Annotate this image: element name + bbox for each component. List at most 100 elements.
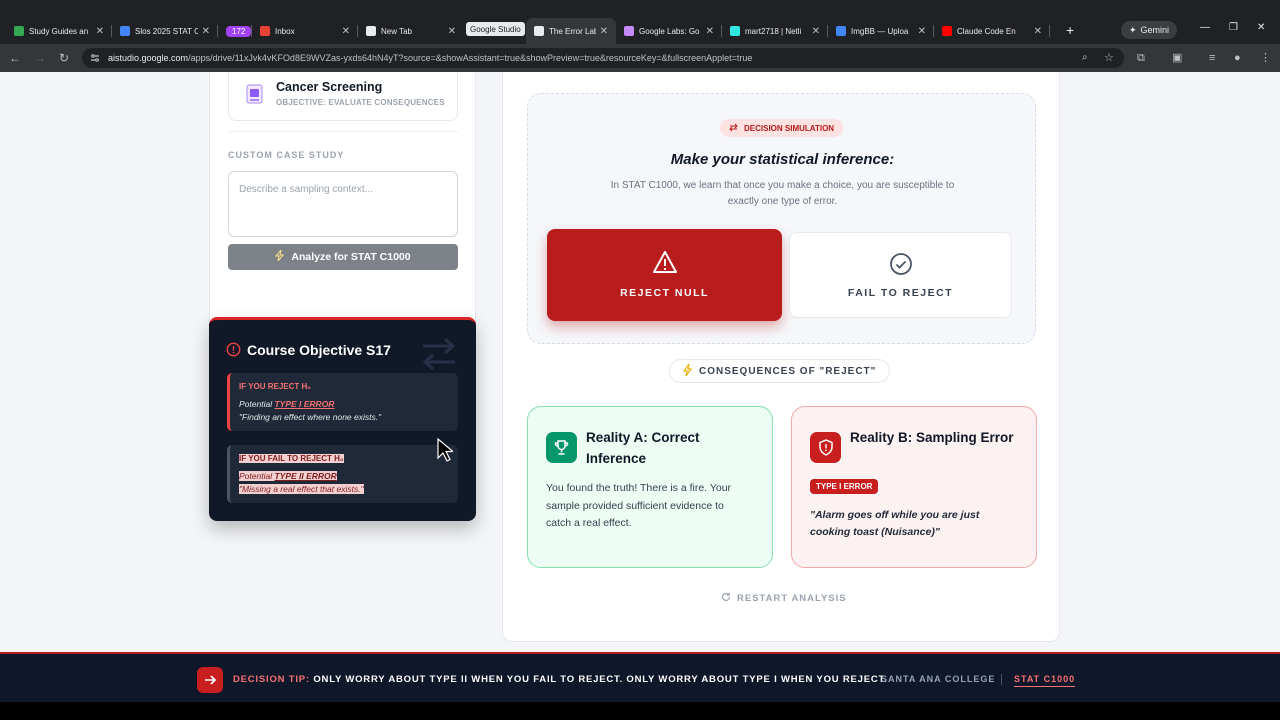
- gemini-label: Gemini: [1140, 25, 1170, 35]
- decision-simulation-box: DECISION SIMULATION Make your statistica…: [527, 93, 1036, 344]
- url-path: /apps/drive/11xJvk4vKFOd8E9WVZas-yxds64h…: [188, 53, 753, 63]
- browser-tab-strip: Study Guides an ✕ Slos 2025 STAT C ✕ 172 Inbo…: [0, 0, 1280, 44]
- close-tab-icon[interactable]: ✕: [342, 26, 350, 37]
- tab-title: ImgBB — Uploa: [851, 26, 909, 36]
- case-title: Cancer Screening: [276, 80, 383, 94]
- new-tab-button[interactable]: +: [1066, 22, 1074, 38]
- fail-heading: IF YOU FAIL TO REJECT H₀: [239, 454, 344, 463]
- refresh-icon: [721, 592, 731, 605]
- case-item-cancer-screening[interactable]: Cancer Screening OBJECTIVE: EVALUATE CON…: [228, 72, 458, 121]
- swap-arrows-icon: [419, 336, 459, 377]
- lightning-icon: [682, 363, 693, 379]
- fail-objective-card: IF YOU FAIL TO REJECT H₀ Potential TYPE …: [227, 445, 458, 503]
- address-bar[interactable]: aistudio.google.com/apps/drive/11xJvk4vK…: [82, 48, 1124, 68]
- restart-label: RESTART ANALYSIS: [737, 593, 847, 604]
- divider: [228, 131, 458, 132]
- extensions-icon[interactable]: ⧉: [1137, 50, 1145, 66]
- back-arrow-icon[interactable]: ←: [9, 50, 21, 66]
- tab-title: mart2718 | Netli: [745, 26, 802, 36]
- mouse-cursor-icon: [437, 437, 455, 467]
- close-tab-icon[interactable]: ✕: [918, 26, 926, 37]
- tab-list: Study Guides an ✕ Slos 2025 STAT C ✕ 172 Inbo…: [6, 18, 1050, 44]
- reload-icon[interactable]: ↻: [59, 50, 69, 66]
- bookmark-star-icon[interactable]: ☆: [1104, 51, 1114, 64]
- case-file-icon: [246, 84, 263, 104]
- tab-title: Google Labs: Go: [639, 26, 700, 36]
- minimize-button[interactable]: —: [1200, 22, 1210, 33]
- browser-tab[interactable]: Inbox ✕: [252, 18, 358, 44]
- consequences-pill: CONSEQUENCES OF "REJECT": [669, 359, 891, 383]
- browser-tab[interactable]: Google Labs: Go ✕: [616, 18, 722, 44]
- tab-title: New Tab: [381, 26, 412, 36]
- fail-quote: "Missing a real effect that exists.": [239, 484, 364, 494]
- reading-mode-icon[interactable]: ▣: [1172, 50, 1182, 66]
- close-tab-icon[interactable]: ✕: [812, 26, 820, 37]
- reality-b-title: Reality B: Sampling Error: [850, 430, 1014, 445]
- tab-title: The Error Lab: Ty: [549, 26, 596, 36]
- close-tab-icon[interactable]: ✕: [706, 26, 714, 37]
- custom-case-input[interactable]: [228, 171, 458, 237]
- fail-to-reject-button[interactable]: FAIL TO REJECT: [789, 232, 1012, 318]
- reject-null-button[interactable]: REJECT NULL: [547, 229, 782, 321]
- reject-null-label: REJECT NULL: [620, 287, 709, 299]
- browser-toolbar: ← → ↻ aistudio.google.com/apps/drive/11x…: [0, 44, 1280, 72]
- menu-icon[interactable]: ⋮: [1260, 50, 1271, 66]
- case-subtitle: OBJECTIVE: EVALUATE CONSEQUENCES: [276, 98, 445, 107]
- consequences-label: CONSEQUENCES OF "REJECT": [699, 365, 877, 377]
- imgbb-icon: [836, 26, 846, 36]
- close-tab-icon[interactable]: ✕: [448, 26, 456, 37]
- browser-tab[interactable]: Study Guides an ✕: [6, 18, 112, 44]
- reject-objective-card: IF YOU REJECT H₀ Potential TYPE I ERROR …: [227, 373, 458, 431]
- media-icon[interactable]: ≡: [1209, 50, 1215, 66]
- custom-case-label: CUSTOM CASE STUDY: [228, 150, 345, 160]
- close-tab-icon[interactable]: ✕: [600, 26, 608, 37]
- arrow-right-icon: [197, 667, 223, 693]
- forward-arrow-icon[interactable]: →: [34, 50, 46, 66]
- maximize-button[interactable]: ❐: [1229, 22, 1238, 33]
- reality-b-quote: "Alarm goes off while you are just cooki…: [810, 509, 980, 538]
- type-i-error-link: TYPE I ERROR: [274, 399, 335, 409]
- url-text[interactable]: aistudio.google.com/apps/drive/11xJvk4vK…: [108, 53, 1058, 63]
- close-tab-icon[interactable]: ✕: [96, 26, 104, 37]
- app-page: Cancer Screening OBJECTIVE: EVALUATE CON…: [0, 72, 1280, 652]
- url-host: aistudio.google.com: [108, 53, 189, 63]
- college-name: SANTA ANA COLLEGE: [881, 674, 996, 684]
- swap-icon: [729, 123, 738, 134]
- browser-tab[interactable]: mart2718 | Netli ✕: [722, 18, 828, 44]
- decision-panel: DECISION SIMULATION Make your statistica…: [502, 72, 1060, 642]
- course-objective-panel: Course Objective S17 IF YOU REJECT H₀ Po…: [209, 317, 476, 521]
- tab-title: Slos 2025 STAT C: [135, 26, 198, 36]
- decision-simulation-pill: DECISION SIMULATION: [720, 119, 844, 137]
- close-tab-icon[interactable]: ✕: [202, 26, 210, 37]
- site-settings-icon[interactable]: [90, 53, 100, 63]
- reality-a-card: Reality A: Correct Inference You found t…: [527, 406, 773, 568]
- reject-potential: Potential TYPE I ERROR: [239, 399, 335, 409]
- ai-studio-icon: [534, 26, 544, 36]
- profile-avatar-icon[interactable]: ●: [1234, 50, 1241, 66]
- tab-title: Inbox: [275, 26, 295, 36]
- tab-group-label[interactable]: Google Studio: [466, 22, 525, 36]
- google-drive-icon: [14, 26, 24, 36]
- type-i-error-badge: TYPE I ERROR: [810, 479, 879, 494]
- browser-tab[interactable]: Slos 2025 STAT C ✕: [112, 18, 218, 44]
- zoom-icon[interactable]: ⌕: [1082, 52, 1088, 63]
- close-tab-icon[interactable]: ✕: [1034, 26, 1042, 37]
- tab-count-badge: 172: [226, 25, 252, 37]
- sparkle-icon: ✦: [1129, 24, 1137, 35]
- trophy-icon: [546, 432, 577, 463]
- close-window-button[interactable]: ✕: [1257, 22, 1265, 33]
- browser-tab[interactable]: New Tab ✕: [358, 18, 464, 44]
- fail-to-reject-label: FAIL TO REJECT: [847, 287, 954, 299]
- browser-tab[interactable]: The Error Lab: Ty ✕: [526, 18, 616, 44]
- analyze-button[interactable]: Analyze for STAT C1000: [228, 244, 458, 270]
- browser-tab[interactable]: ImgBB — Uploa ✕: [828, 18, 934, 44]
- course-link[interactable]: STAT C1000: [1014, 674, 1076, 687]
- simulation-title: Make your statistical inference:: [670, 151, 895, 168]
- gemini-button[interactable]: ✦ Gemini: [1121, 21, 1178, 39]
- mail-icon: [260, 26, 270, 36]
- warning-triangle-icon: [549, 250, 780, 274]
- browser-tab[interactable]: Claude Code En ✕: [934, 18, 1050, 44]
- restart-analysis-button[interactable]: RESTART ANALYSIS: [721, 592, 847, 605]
- browser-tab[interactable]: 172: [218, 18, 252, 44]
- google-docs-icon: [120, 26, 130, 36]
